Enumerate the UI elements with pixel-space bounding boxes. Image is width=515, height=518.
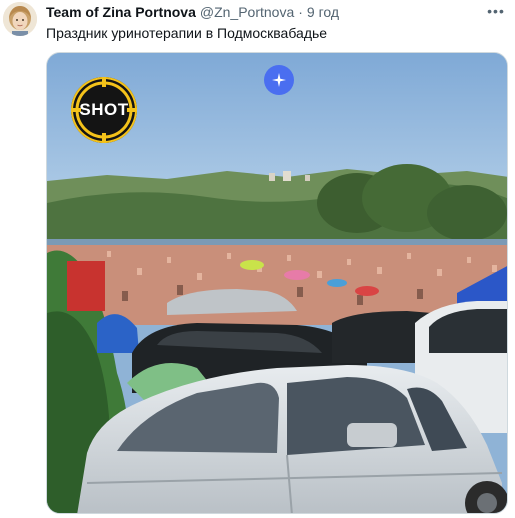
- shot-watermark-logo: SHOT: [71, 77, 137, 143]
- tweet-text: Праздник уринотерапии в Подмосквабадье: [46, 25, 328, 41]
- avatar-image: [3, 2, 37, 36]
- sparkle-icon[interactable]: [264, 65, 294, 95]
- timestamp[interactable]: 9 год: [307, 3, 339, 21]
- more-options-icon[interactable]: •••: [485, 2, 507, 20]
- separator-dot: ·: [298, 4, 303, 20]
- video-media[interactable]: SHOT: [46, 52, 508, 514]
- tweet-header: Team of Zina Portnova @Zn_Portnova · 9 г…: [46, 3, 339, 21]
- author-name[interactable]: Team of Zina Portnova: [46, 3, 196, 21]
- author-handle[interactable]: @Zn_Portnova: [200, 3, 294, 21]
- tweet[interactable]: Team of Zina Portnova @Zn_Portnova · 9 г…: [0, 0, 515, 518]
- avatar[interactable]: [3, 2, 37, 36]
- shot-watermark-text: SHOT: [79, 100, 129, 119]
- sparkle-glyph: [272, 73, 286, 87]
